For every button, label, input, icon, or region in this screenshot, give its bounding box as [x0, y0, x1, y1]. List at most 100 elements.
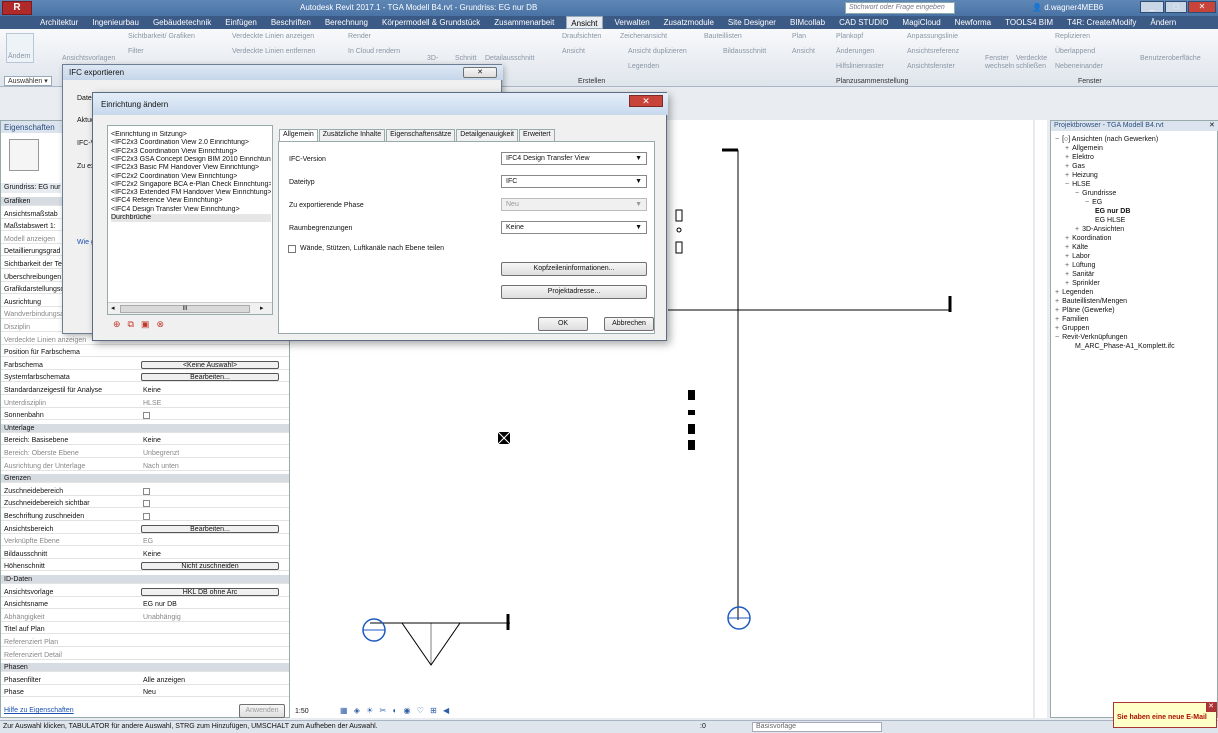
- property-row[interactable]: Position für Farbschema: [1, 348, 289, 358]
- ribbon-tab-zusammenarbeit[interactable]: Zusammenarbeit: [492, 18, 556, 27]
- ribbon-tab-beschriften[interactable]: Beschriften: [269, 18, 313, 27]
- ribbon-tab-bimcollab[interactable]: BIMcollab: [788, 18, 827, 27]
- ribbon-tab-ändern[interactable]: Ändern: [1148, 18, 1178, 27]
- browser-node[interactable]: + Gas: [1065, 162, 1085, 171]
- expand-icon[interactable]: +: [1065, 262, 1069, 269]
- remove-hidden-lines-button[interactable]: Verdeckte Linien entfernen: [232, 48, 315, 55]
- expand-icon[interactable]: +: [1065, 271, 1069, 278]
- browser-node[interactable]: EG HLSE: [1095, 216, 1125, 225]
- setup-list-item[interactable]: Durchbrüche: [111, 214, 271, 222]
- duplicate-view-button[interactable]: Ansicht duplizieren: [628, 48, 687, 55]
- property-row[interactable]: Titel auf Plan: [1, 625, 289, 635]
- browser-node[interactable]: + Legenden: [1055, 288, 1093, 297]
- duplicate-setup-icon[interactable]: ⧉: [128, 319, 141, 329]
- view-button[interactable]: Ansicht: [792, 48, 815, 55]
- file-header-button[interactable]: Kopfzeileninformationen...: [501, 262, 647, 276]
- switch-windows-button[interactable]: Fenster wechseln: [985, 55, 1015, 71]
- expand-icon[interactable]: +: [1055, 307, 1059, 314]
- filter-button[interactable]: Filter: [128, 48, 144, 55]
- expand-icon[interactable]: +: [1065, 280, 1069, 287]
- scope-box-button[interactable]: Bildausschnitt: [723, 48, 766, 55]
- property-checkbox[interactable]: [143, 412, 150, 420]
- property-row[interactable]: Ansichtsname EG nur DB: [1, 600, 289, 610]
- help-search-input[interactable]: Stichwort oder Frage eingeben: [845, 2, 955, 14]
- ribbon-tab-verwalten[interactable]: Verwalten: [613, 18, 652, 27]
- cloud-render-button[interactable]: In Cloud rendern: [348, 48, 400, 55]
- tab-detailgenauigkeit[interactable]: Detailgenauigkeit: [456, 129, 518, 141]
- 3d-view-button[interactable]: 3D-: [427, 55, 438, 62]
- expand-icon[interactable]: +: [1065, 172, 1069, 179]
- render-button[interactable]: Render: [348, 33, 371, 40]
- scroll-right-icon[interactable]: ▸: [260, 304, 264, 312]
- ribbon-tab-magicloud[interactable]: MagiCloud: [900, 18, 942, 27]
- browser-node[interactable]: − HLSE: [1065, 180, 1090, 189]
- property-row[interactable]: Ansichtsvorlage HKL DB ohne Arc: [1, 587, 289, 597]
- matchline-button[interactable]: Anpassungslinie: [907, 33, 958, 40]
- plan-views-button[interactable]: Draufsichten: [562, 33, 601, 40]
- property-row[interactable]: Ausrichtung der Unterlage Nach unten: [1, 462, 289, 471]
- view-reference-button[interactable]: Ansichtsreferenz: [907, 48, 959, 55]
- property-row[interactable]: Standardanzeigestil für Analyse Keine: [1, 386, 289, 395]
- ribbon-tab-berechnung[interactable]: Berechnung: [323, 18, 370, 27]
- collapse-icon[interactable]: −: [1085, 199, 1089, 206]
- schedules-button[interactable]: Bauteillisten: [704, 33, 742, 40]
- expand-icon[interactable]: +: [1065, 244, 1069, 251]
- close-browser-icon[interactable]: ✕: [1209, 121, 1215, 129]
- browser-node[interactable]: + Heizung: [1065, 171, 1098, 180]
- sheet-button[interactable]: Plan: [792, 33, 806, 40]
- elevation-button[interactable]: Ansicht: [562, 48, 585, 55]
- scroll-thumb[interactable]: III: [120, 305, 250, 313]
- workset-dropdown[interactable]: Basisvorlage: [752, 722, 882, 732]
- property-edit-button[interactable]: <Keine Auswahl>: [141, 360, 279, 369]
- expand-icon[interactable]: +: [1065, 235, 1069, 242]
- rename-setup-icon[interactable]: ▣: [141, 319, 157, 329]
- view-scale[interactable]: 1:50: [295, 708, 309, 715]
- property-row[interactable]: Phase Neu: [1, 688, 289, 698]
- section-button[interactable]: Schnitt: [455, 55, 476, 62]
- setup-list-item[interactable]: <IFC4 Design Transfer View Einrichtung>: [111, 206, 271, 214]
- setup-list-item[interactable]: <Einrichtung in Sitzung>: [111, 131, 271, 139]
- ribbon-tab-gebäudetechnik[interactable]: Gebäudetechnik: [151, 18, 213, 27]
- expand-icon[interactable]: +: [1065, 163, 1069, 170]
- property-category[interactable]: Grenzen: [1, 474, 289, 484]
- type-selector[interactable]: Grundriss: EG nur: [1, 183, 61, 193]
- property-row[interactable]: Zuschneidebereich: [1, 487, 289, 496]
- browser-node[interactable]: + Pläne (Gewerke): [1055, 306, 1115, 315]
- setup-list-item[interactable]: <IFC2x3 Coordination View Einrichtung>: [111, 148, 271, 156]
- property-row[interactable]: Unterdisziplin HLSE: [1, 399, 289, 408]
- expand-icon[interactable]: +: [1055, 325, 1059, 332]
- minimize-button[interactable]: _: [1140, 1, 1164, 13]
- user-account[interactable]: 👤 d.wagner4MEB6: [1032, 3, 1103, 12]
- ribbon-tab-körpermodell-grundstück[interactable]: Körpermodell & Grundstück: [380, 18, 482, 27]
- browser-node[interactable]: + Elektro: [1065, 153, 1094, 162]
- ribbon-tab-cad-studio[interactable]: CAD STUDIO: [837, 18, 890, 27]
- ribbon-tab-einfügen[interactable]: Einfügen: [223, 18, 259, 27]
- setup-list-item[interactable]: <IFC4 Reference View Einrichtung>: [111, 197, 271, 205]
- expand-icon[interactable]: +: [1055, 289, 1059, 296]
- project-address-button[interactable]: Projektadresse...: [501, 285, 647, 299]
- cascade-button[interactable]: Überlappend: [1055, 48, 1095, 55]
- browser-node[interactable]: + Gruppen: [1055, 324, 1089, 333]
- browser-node[interactable]: + Sanitär: [1065, 270, 1094, 279]
- property-row[interactable]: Beschriftung zuschneiden: [1, 512, 289, 521]
- setup-list-item[interactable]: <IFC2x3 Basic FM Handover View Einrichtu…: [111, 164, 271, 172]
- collapse-icon[interactable]: −: [1065, 181, 1069, 188]
- property-row[interactable]: Bildausschnitt Keine: [1, 550, 289, 559]
- show-hidden-lines-button[interactable]: Verdeckte Linien anzeigen: [232, 33, 314, 40]
- expand-icon[interactable]: +: [1065, 154, 1069, 161]
- ribbon-tab-tools4-bim[interactable]: TOOLS4 BIM: [1003, 18, 1055, 27]
- tab-zusätzliche-inhalte[interactable]: Zusätzliche Inhalte: [318, 129, 386, 141]
- ribbon-tab-architektur[interactable]: Architektur: [38, 18, 80, 27]
- expand-icon[interactable]: +: [1075, 226, 1079, 233]
- browser-node[interactable]: + Kälte: [1065, 243, 1088, 252]
- browser-node[interactable]: + Koordination: [1065, 234, 1111, 243]
- setup-list-item[interactable]: <IFC2x2 Singapore BCA e-Plan Check Einri…: [111, 181, 271, 189]
- replicate-button[interactable]: Replizieren: [1055, 33, 1090, 40]
- file-type-select[interactable]: IFC ▼: [501, 175, 647, 188]
- new-setup-icon[interactable]: ⊕: [113, 319, 128, 329]
- browser-node[interactable]: + Lüftung: [1065, 261, 1095, 270]
- property-checkbox[interactable]: [143, 487, 150, 495]
- property-category[interactable]: Unterlage: [1, 423, 289, 433]
- setup-list-item[interactable]: <IFC2x3 Extended FM Handover View Einric…: [111, 189, 271, 197]
- property-row[interactable]: Abhängigkeit Unabhängig: [1, 613, 289, 622]
